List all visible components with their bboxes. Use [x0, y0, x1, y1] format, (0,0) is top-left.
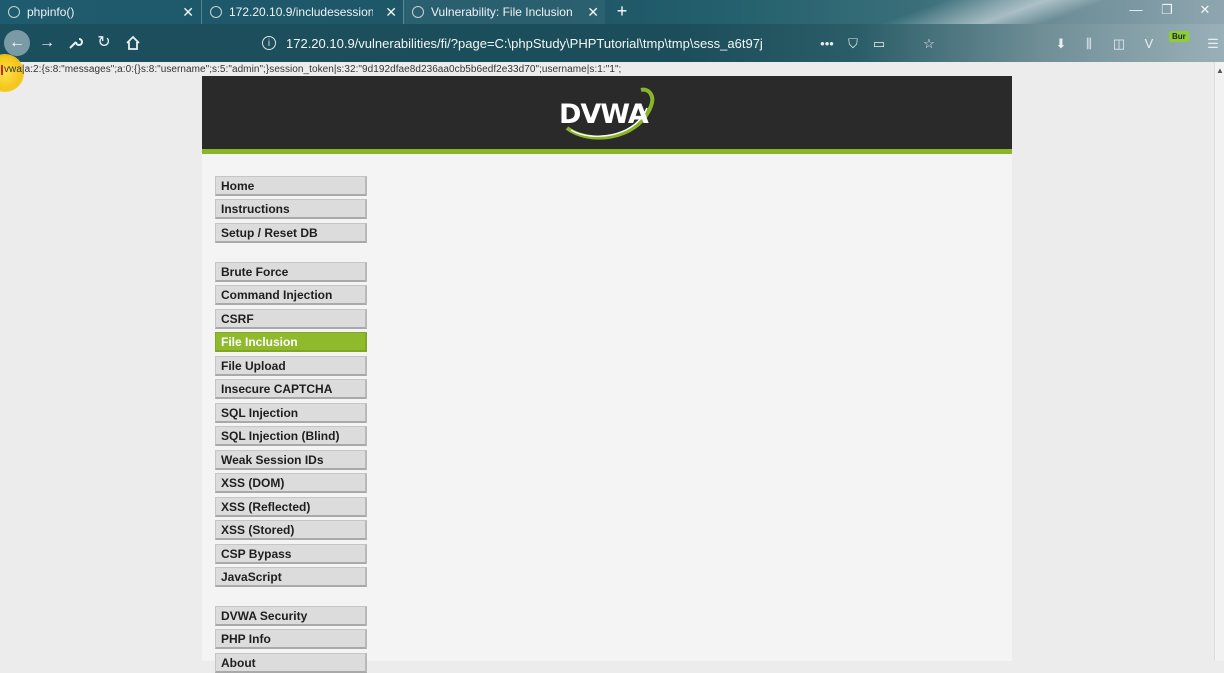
restore-button[interactable]: ❐ — [1157, 2, 1177, 18]
close-icon[interactable]: ✕ — [385, 4, 397, 20]
menu-item-sql-injection-blind[interactable]: SQL Injection (Blind) — [215, 426, 367, 446]
scroll-up-arrow-icon[interactable]: ▲ — [1216, 66, 1224, 75]
close-icon[interactable]: ✕ — [182, 4, 194, 20]
forward-button[interactable]: → — [35, 31, 59, 55]
minimize-button[interactable]: — — [1126, 2, 1146, 17]
home-button[interactable] — [121, 31, 145, 55]
menu-item-brute-force[interactable]: Brute Force — [215, 262, 367, 282]
page-icon — [210, 6, 222, 18]
dvwa-container: DVWA Home Instructions Setup / Reset DB … — [202, 76, 1012, 673]
menu-item-sql-injection[interactable]: SQL Injection — [215, 403, 367, 423]
bookmark-star-icon[interactable]: ☆ — [920, 36, 938, 52]
wrench-icon[interactable] — [63, 31, 87, 55]
info-icon[interactable]: i — [262, 36, 276, 50]
back-button[interactable]: ← — [4, 30, 30, 56]
close-window-button[interactable]: ✕ — [1195, 2, 1215, 18]
new-tab-button[interactable]: + — [612, 0, 632, 24]
menu-item-file-inclusion[interactable]: File Inclusion — [215, 332, 367, 352]
menu-hamburger-icon[interactable]: ☰ — [1204, 36, 1222, 52]
reader-view-icon[interactable]: ▭ — [870, 36, 888, 52]
page-scrollbar[interactable]: ▲ — [1214, 62, 1224, 661]
page-icon — [8, 6, 20, 18]
dvwa-header: DVWA — [202, 76, 1012, 154]
menu-item-home[interactable]: Home — [215, 176, 367, 196]
navigation-toolbar: ← → ↻ i 172.20.10.9/vulnerabilities/fi/?… — [0, 24, 1224, 62]
tab-phpinfo[interactable]: phpinfo() ✕ — [0, 0, 200, 24]
tab-bar: phpinfo() ✕ 172.20.10.9/includesession.p… — [0, 0, 1224, 24]
menu-item-file-upload[interactable]: File Upload — [215, 356, 367, 376]
menu-item-weak-session-ids[interactable]: Weak Session IDs — [215, 450, 367, 470]
address-bar[interactable]: i 172.20.10.9/vulnerabilities/fi/?page=C… — [255, 32, 815, 54]
close-icon[interactable]: ✕ — [587, 4, 599, 20]
theme-background — [824, 0, 1164, 24]
menu-item-xss-reflected[interactable]: XSS (Reflected) — [215, 497, 367, 517]
tab-file-inclusion[interactable]: Vulnerability: File Inclusion : ✕ — [403, 0, 605, 24]
menu-item-insecure-captcha[interactable]: Insecure CAPTCHA — [215, 379, 367, 399]
menu-item-dvwa-security[interactable]: DVWA Security — [215, 606, 367, 626]
menu-item-instructions[interactable]: Instructions — [215, 199, 367, 219]
menu-item-csrf[interactable]: CSRF — [215, 309, 367, 329]
menu-item-xss-dom[interactable]: XSS (DOM) — [215, 473, 367, 493]
page-icon — [412, 6, 424, 18]
session-data-text: vwa|a:2:{s:8:"messages";a:0:{}s:8:"usern… — [4, 64, 622, 75]
menu-item-javascript[interactable]: JavaScript — [215, 567, 367, 587]
dvwa-logo[interactable]: DVWA — [557, 84, 657, 142]
menu-item-xss-stored[interactable]: XSS (Stored) — [215, 520, 367, 540]
url-text[interactable]: 172.20.10.9/vulnerabilities/fi/?page=C:\… — [286, 36, 763, 51]
menu-item-php-info[interactable]: PHP Info — [215, 629, 367, 649]
vpn-extension-icon[interactable]: V — [1140, 36, 1158, 51]
burp-extension-badge[interactable]: Bur — [1169, 31, 1189, 42]
tab-includesession[interactable]: 172.20.10.9/includesession.p ✕ — [201, 0, 403, 24]
sidebar-icon[interactable]: ◫ — [1110, 36, 1128, 52]
menu-item-csp-bypass[interactable]: CSP Bypass — [215, 544, 367, 564]
tab-title: Vulnerability: File Inclusion : — [431, 5, 577, 19]
tab-title: 172.20.10.9/includesession.p — [229, 5, 373, 19]
download-icon[interactable]: ⬇ — [1052, 36, 1070, 52]
tab-title: phpinfo() — [27, 5, 75, 19]
page-content: vwa|a:2:{s:8:"messages";a:0:{}s:8:"usern… — [0, 54, 1224, 673]
page-actions-menu[interactable]: ••• — [818, 36, 836, 51]
reload-button[interactable]: ↻ — [92, 31, 116, 55]
menu-item-setup-reset-db[interactable]: Setup / Reset DB — [215, 223, 367, 243]
text-caret — [1, 65, 3, 75]
menu-item-command-injection[interactable]: Command Injection — [215, 285, 367, 305]
library-icon[interactable]: ⫼ — [1080, 36, 1098, 52]
pocket-icon[interactable]: ⛉ — [844, 36, 862, 52]
menu-item-about[interactable]: About — [215, 653, 367, 673]
logo-text: DVWA — [559, 99, 649, 130]
